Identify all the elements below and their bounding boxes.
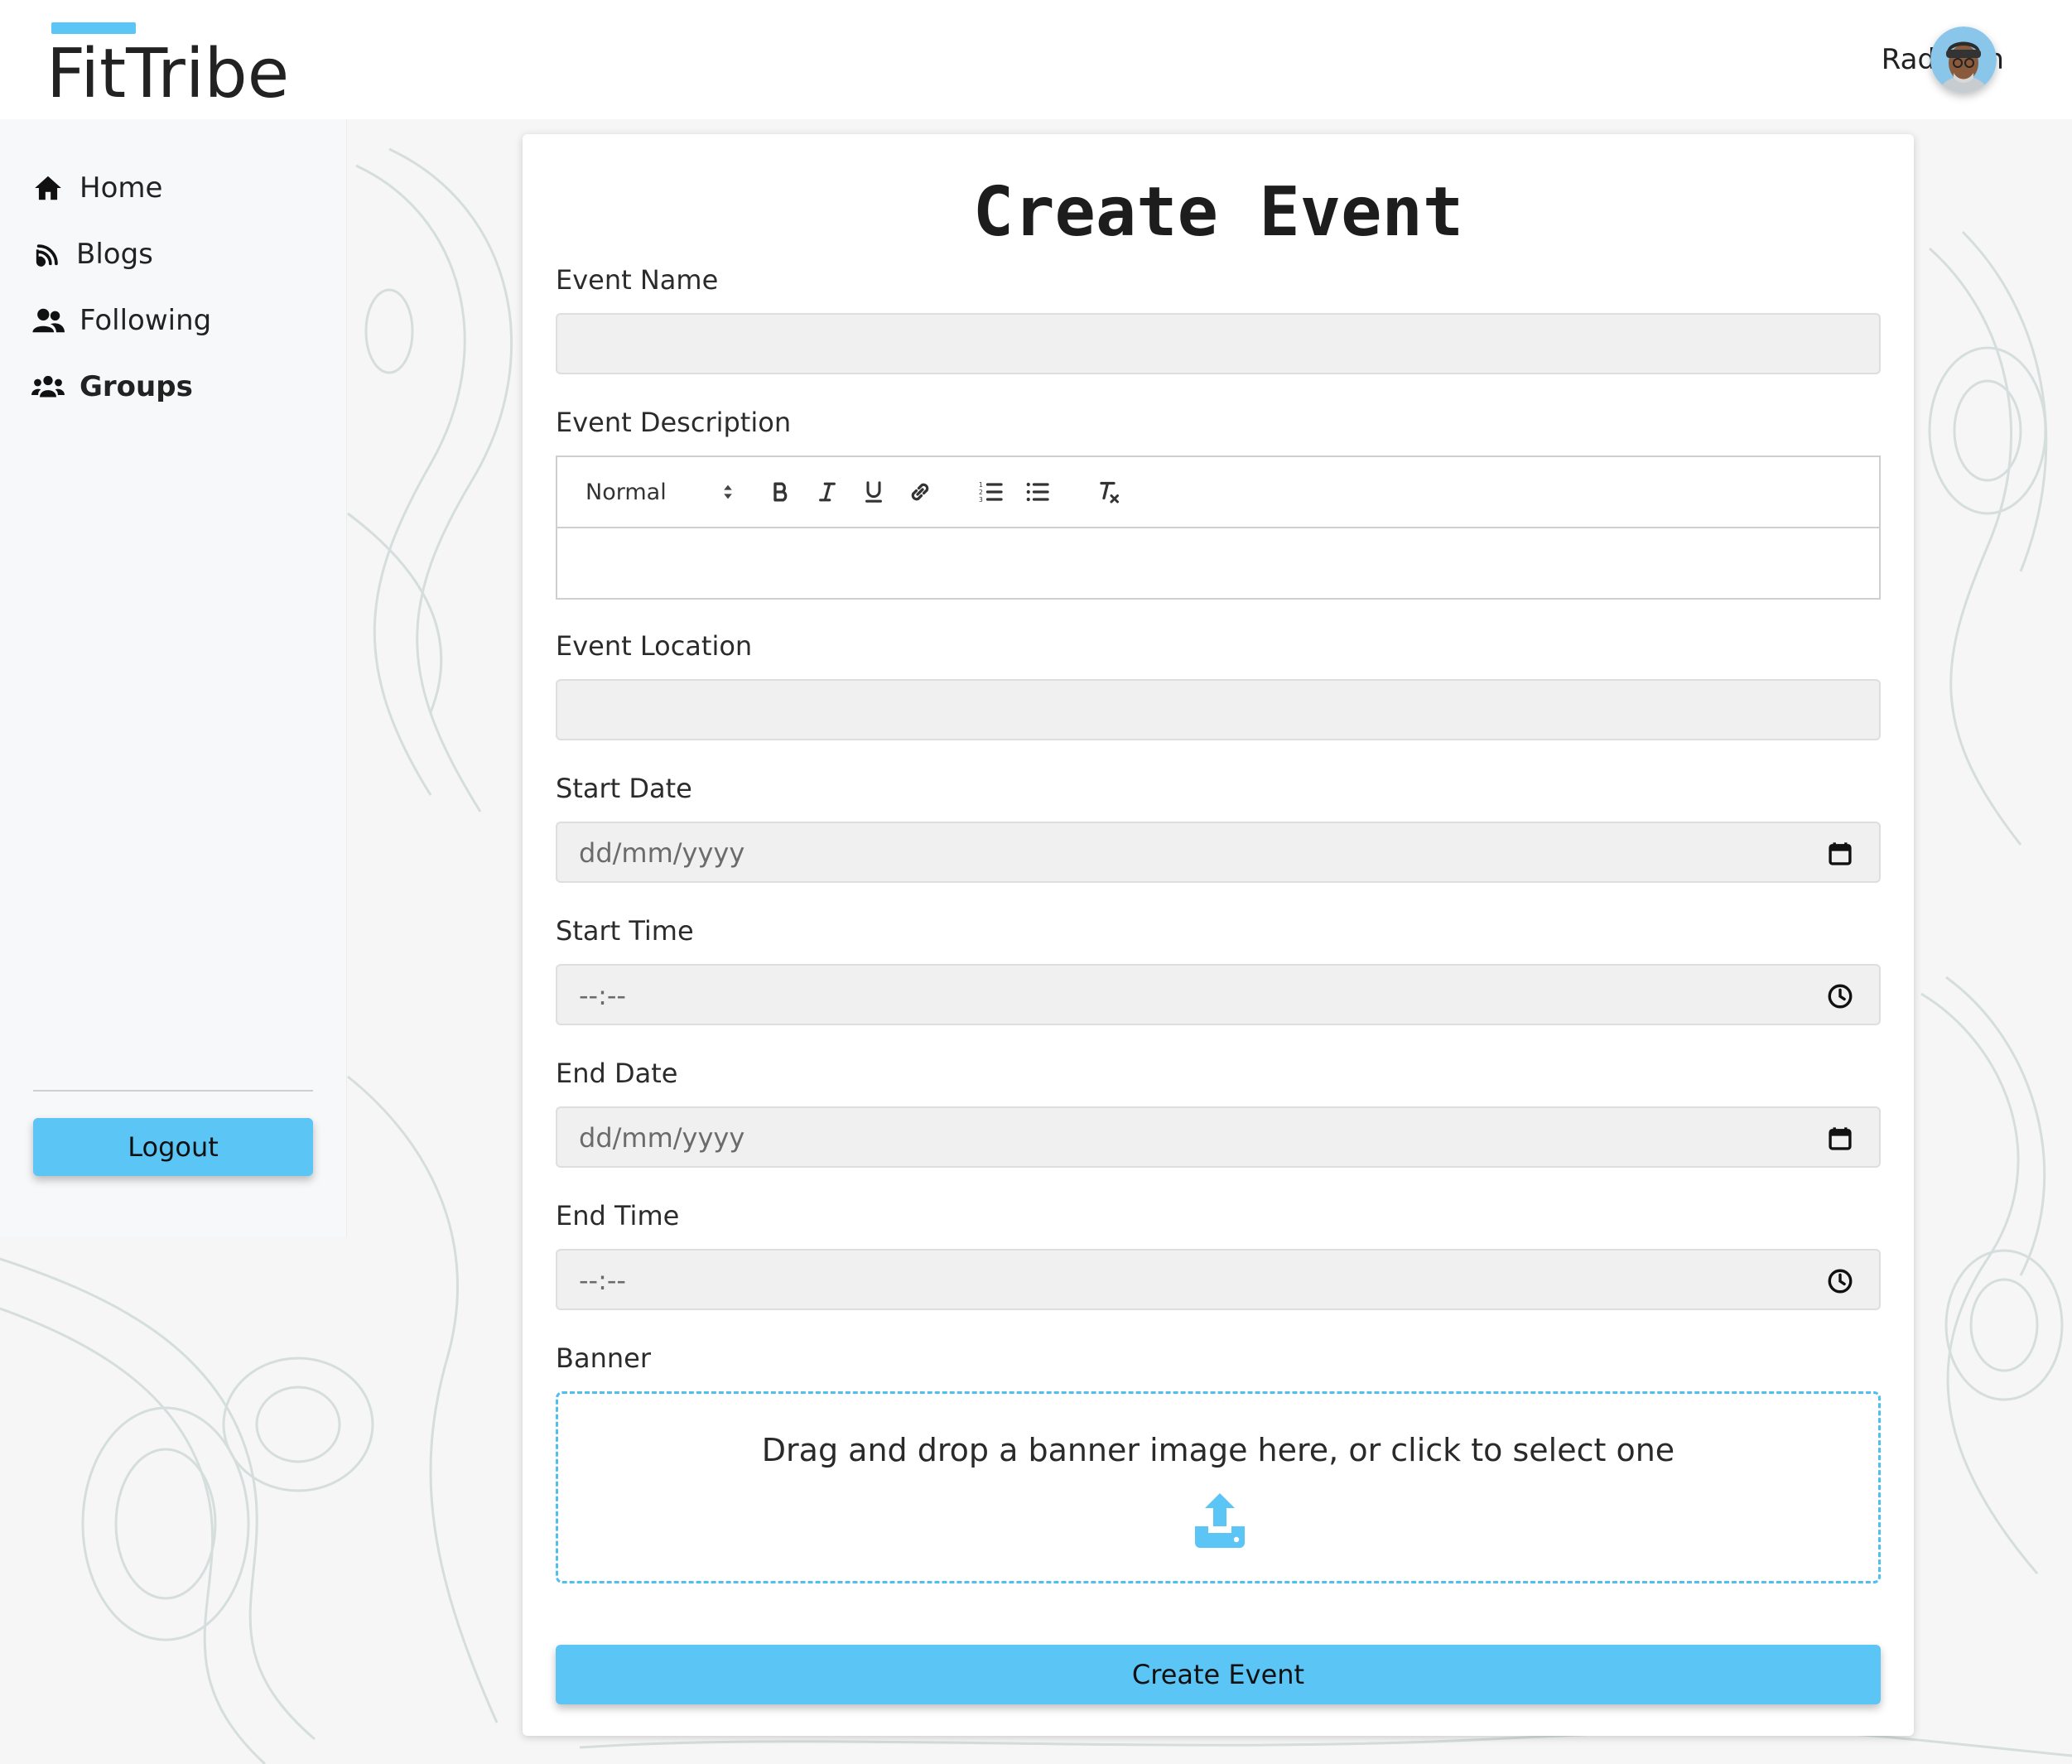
- banner-dropzone[interactable]: Drag and drop a banner image here, or cl…: [556, 1391, 1881, 1583]
- sidebar-item-blogs[interactable]: Blogs: [31, 234, 153, 275]
- link-button[interactable]: [902, 474, 938, 510]
- start-time-input[interactable]: --:--: [556, 964, 1881, 1025]
- format-select-value: Normal: [585, 479, 667, 505]
- clock-icon[interactable]: [1826, 982, 1854, 1010]
- sidebar-item-label: Groups: [80, 370, 193, 403]
- end-time-label: End Time: [556, 1200, 680, 1231]
- event-description-editor: Normal 123: [556, 455, 1881, 600]
- event-name-label: Event Name: [556, 264, 719, 296]
- underline-icon: [865, 481, 882, 503]
- bold-icon: [773, 482, 788, 502]
- users-icon: [31, 370, 65, 403]
- rss-icon: [31, 238, 65, 271]
- start-date-placeholder: dd/mm/yyyy: [579, 837, 745, 869]
- svg-text:2: 2: [979, 489, 983, 496]
- select-arrows-icon: [724, 484, 732, 499]
- user-group-icon: [31, 304, 65, 337]
- bullet-list-button[interactable]: [1019, 474, 1056, 510]
- sidebar-item-label: Home: [80, 171, 163, 205]
- sidebar-item-groups[interactable]: Groups: [31, 366, 193, 407]
- event-description-label: Event Description: [556, 407, 792, 438]
- logout-button[interactable]: Logout: [33, 1118, 313, 1176]
- upload-icon: [1195, 1493, 1245, 1548]
- start-date-label: Start Date: [556, 773, 692, 804]
- sidebar-item-label: Blogs: [76, 238, 153, 271]
- clock-icon[interactable]: [1826, 1267, 1854, 1295]
- calendar-icon[interactable]: [1826, 1125, 1854, 1153]
- start-time-label: Start Time: [556, 915, 694, 947]
- logo-accent-bar: [51, 22, 136, 34]
- svg-text:3: 3: [979, 496, 983, 504]
- create-event-card: Create Event Event Name Event Descriptio…: [523, 134, 1914, 1736]
- svg-text:1: 1: [979, 481, 983, 489]
- calendar-icon[interactable]: [1826, 840, 1854, 868]
- end-time-input[interactable]: --:--: [556, 1249, 1881, 1310]
- sidebar-item-home[interactable]: Home: [31, 167, 162, 209]
- ordered-list-button[interactable]: 123: [973, 474, 1009, 510]
- bold-button[interactable]: [763, 474, 799, 510]
- clear-format-button[interactable]: [1091, 474, 1127, 510]
- end-date-placeholder: dd/mm/yyyy: [579, 1122, 745, 1154]
- event-location-input[interactable]: [556, 679, 1881, 740]
- sidebar: Home Blogs Following Groups Logout: [0, 119, 347, 1237]
- end-time-placeholder: --:--: [579, 1265, 626, 1296]
- italic-icon: [819, 482, 836, 502]
- start-date-input[interactable]: dd/mm/yyyy: [556, 822, 1881, 883]
- event-description-textarea[interactable]: [557, 528, 1879, 598]
- ordered-list-icon: 123: [979, 481, 1003, 504]
- sidebar-item-label: Following: [80, 304, 212, 337]
- sidebar-item-following[interactable]: Following: [31, 300, 211, 341]
- event-name-input[interactable]: [556, 313, 1881, 374]
- sidebar-divider: [33, 1090, 313, 1092]
- italic-button[interactable]: [809, 474, 846, 510]
- editor-toolbar: Normal 123: [557, 457, 1879, 528]
- home-icon: [31, 171, 65, 205]
- format-select[interactable]: Normal: [585, 474, 733, 510]
- create-event-button[interactable]: Create Event: [556, 1645, 1881, 1704]
- banner-label: Banner: [556, 1342, 651, 1374]
- bullet-list-icon: [1026, 482, 1049, 502]
- link-icon: [911, 483, 929, 501]
- page-title: Create Event: [972, 173, 1464, 252]
- app-logo[interactable]: FitTribe: [46, 33, 289, 116]
- dropzone-text: Drag and drop a banner image here, or cl…: [761, 1432, 1675, 1468]
- end-date-input[interactable]: dd/mm/yyyy: [556, 1106, 1881, 1168]
- app-header: FitTribe Radleigh: [0, 0, 2072, 119]
- avatar[interactable]: [1930, 27, 1997, 93]
- start-time-placeholder: --:--: [579, 980, 626, 1011]
- event-location-label: Event Location: [556, 630, 753, 662]
- end-date-label: End Date: [556, 1058, 678, 1089]
- clear-format-icon: [1100, 481, 1119, 504]
- underline-button[interactable]: [855, 474, 892, 510]
